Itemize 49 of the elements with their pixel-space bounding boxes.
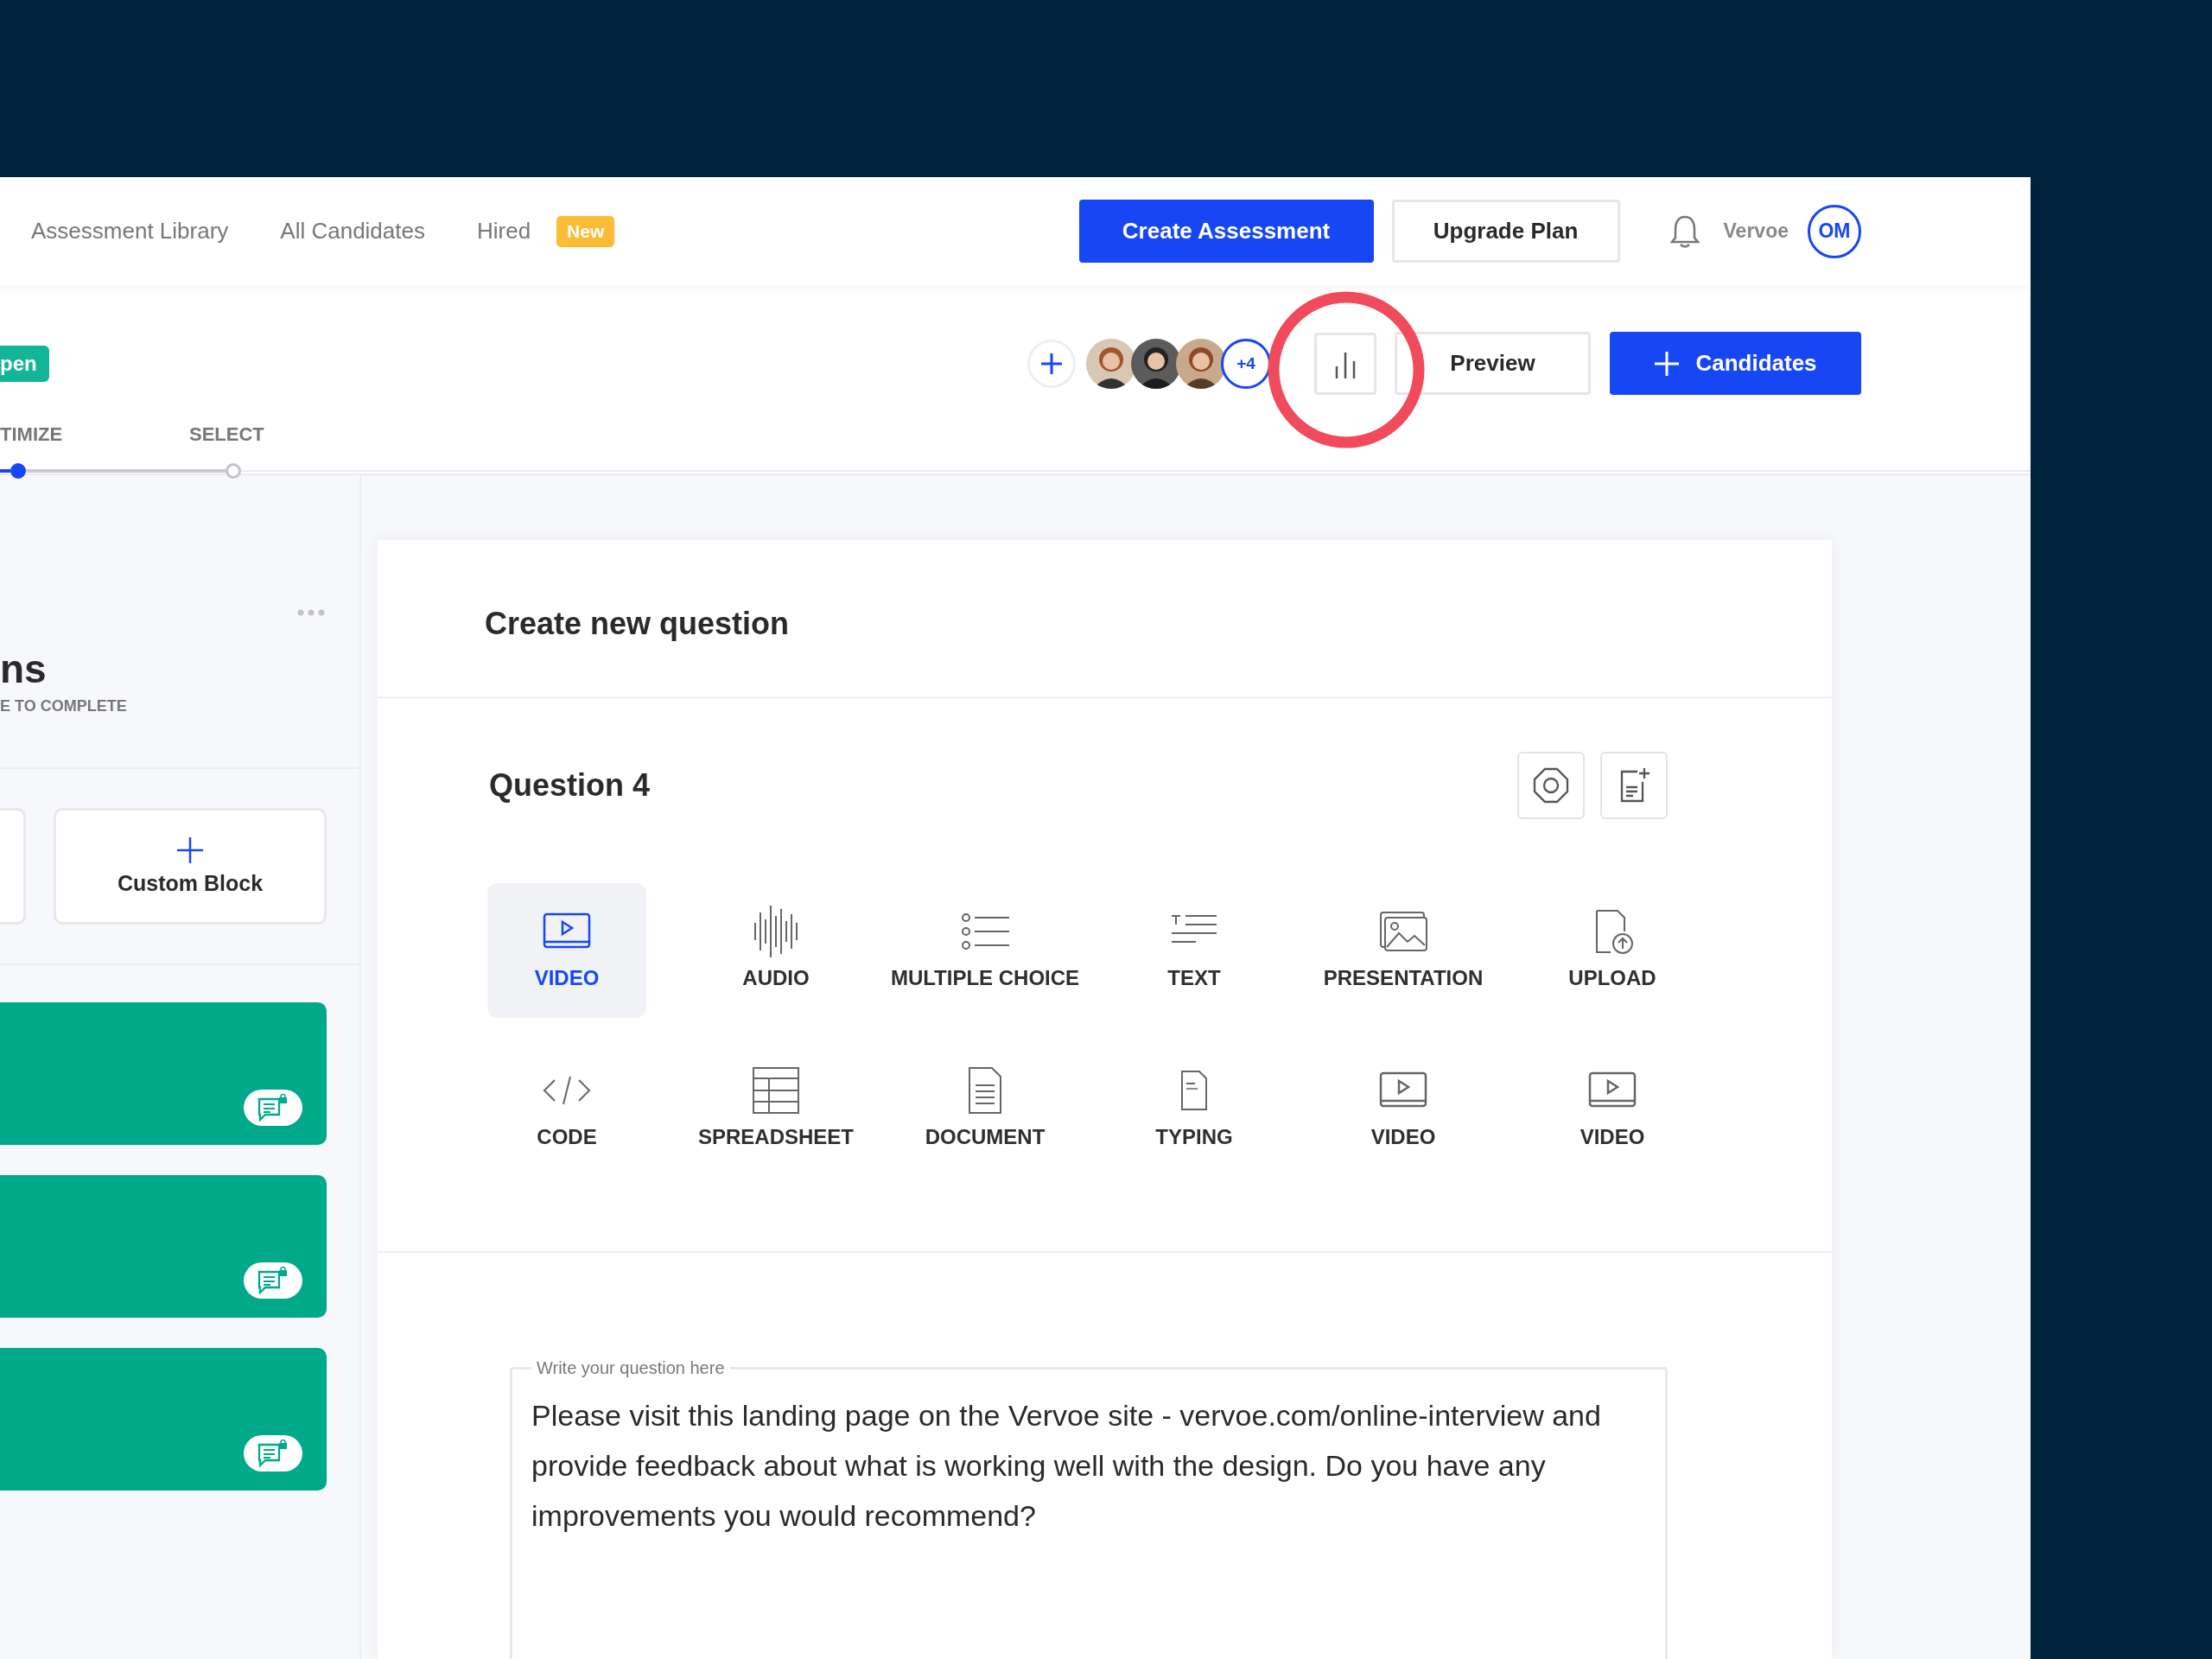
- question-title: Question 4: [489, 767, 651, 804]
- step-label: TIMIZE: [0, 423, 64, 446]
- question-text: Please visit this landing page on the Vervoe site - vervoe.com/online-interview and provide feedback about what is working well with the design. Do you have any improvements you would recommend?: [531, 1398, 1602, 1534]
- locked-comment-icon: [257, 1267, 289, 1294]
- question-type-option[interactable]: VIDEO: [1533, 1042, 1692, 1177]
- question-type-option[interactable]: AUDIO: [696, 883, 855, 1018]
- question-type-option[interactable]: DOCUMENT: [906, 1042, 1065, 1177]
- step-label: SELECT: [189, 423, 265, 446]
- locked-comment-icon: [257, 1094, 289, 1122]
- custom-block-button[interactable]: Custom Block: [54, 808, 327, 925]
- add-candidates-button[interactable]: Candidates: [1610, 332, 1861, 395]
- question-type-option[interactable]: TYPING: [1115, 1042, 1274, 1177]
- settings-button[interactable]: [1517, 752, 1585, 819]
- locked-comment-icon: [257, 1440, 289, 1467]
- question-block[interactable]: [0, 1002, 327, 1145]
- analytics-button[interactable]: [1314, 332, 1376, 395]
- question-type-option[interactable]: CODE: [487, 1042, 646, 1177]
- more-collaborators-badge[interactable]: +4: [1221, 338, 1271, 389]
- editor-title: Create new question: [378, 540, 1832, 698]
- preview-button[interactable]: Preview: [1395, 332, 1591, 395]
- upgrade-plan-button[interactable]: Upgrade Plan: [1391, 200, 1620, 263]
- notification-bell-icon[interactable]: [1669, 213, 1700, 249]
- section-subtitle: E TO COMPLETE: [0, 697, 128, 715]
- section-title: ns: [0, 649, 48, 689]
- plus-icon: [1040, 352, 1063, 375]
- question-type-option[interactable]: MULTIPLE CHOICE: [880, 883, 1090, 1018]
- nav-link[interactable]: Assessment Library: [31, 218, 229, 245]
- question-type-option[interactable]: PRESENTATION: [1313, 883, 1494, 1018]
- step-dot[interactable]: [226, 463, 241, 479]
- create-assessment-button[interactable]: Create Assessment: [1078, 200, 1374, 263]
- question-type-option[interactable]: VIDEO: [1324, 1042, 1483, 1177]
- question-type-option[interactable]: SPREADSHEET: [687, 1042, 864, 1177]
- step-dot[interactable]: [10, 463, 26, 479]
- nav-link[interactable]: All Candidates: [280, 218, 425, 245]
- user-avatar[interactable]: OM: [1808, 204, 1861, 258]
- nav-link[interactable]: Hired: [476, 218, 531, 245]
- new-badge: New: [556, 215, 615, 247]
- add-note-button[interactable]: [1600, 752, 1668, 819]
- question-type-option[interactable]: VIDEO: [487, 883, 646, 1018]
- question-block[interactable]: [0, 1175, 327, 1318]
- status-badge: pen: [0, 345, 49, 382]
- field-label: Write your question here: [536, 1358, 726, 1378]
- plus-icon: [1654, 350, 1681, 377]
- question-block[interactable]: [0, 1348, 327, 1491]
- account-name: Vervoe: [1723, 219, 1789, 243]
- octagon-icon: [1532, 766, 1570, 804]
- question-type-option[interactable]: UPLOAD: [1533, 883, 1692, 1018]
- question-type-option[interactable]: TEXT: [1115, 883, 1274, 1018]
- plus-icon: [176, 836, 204, 864]
